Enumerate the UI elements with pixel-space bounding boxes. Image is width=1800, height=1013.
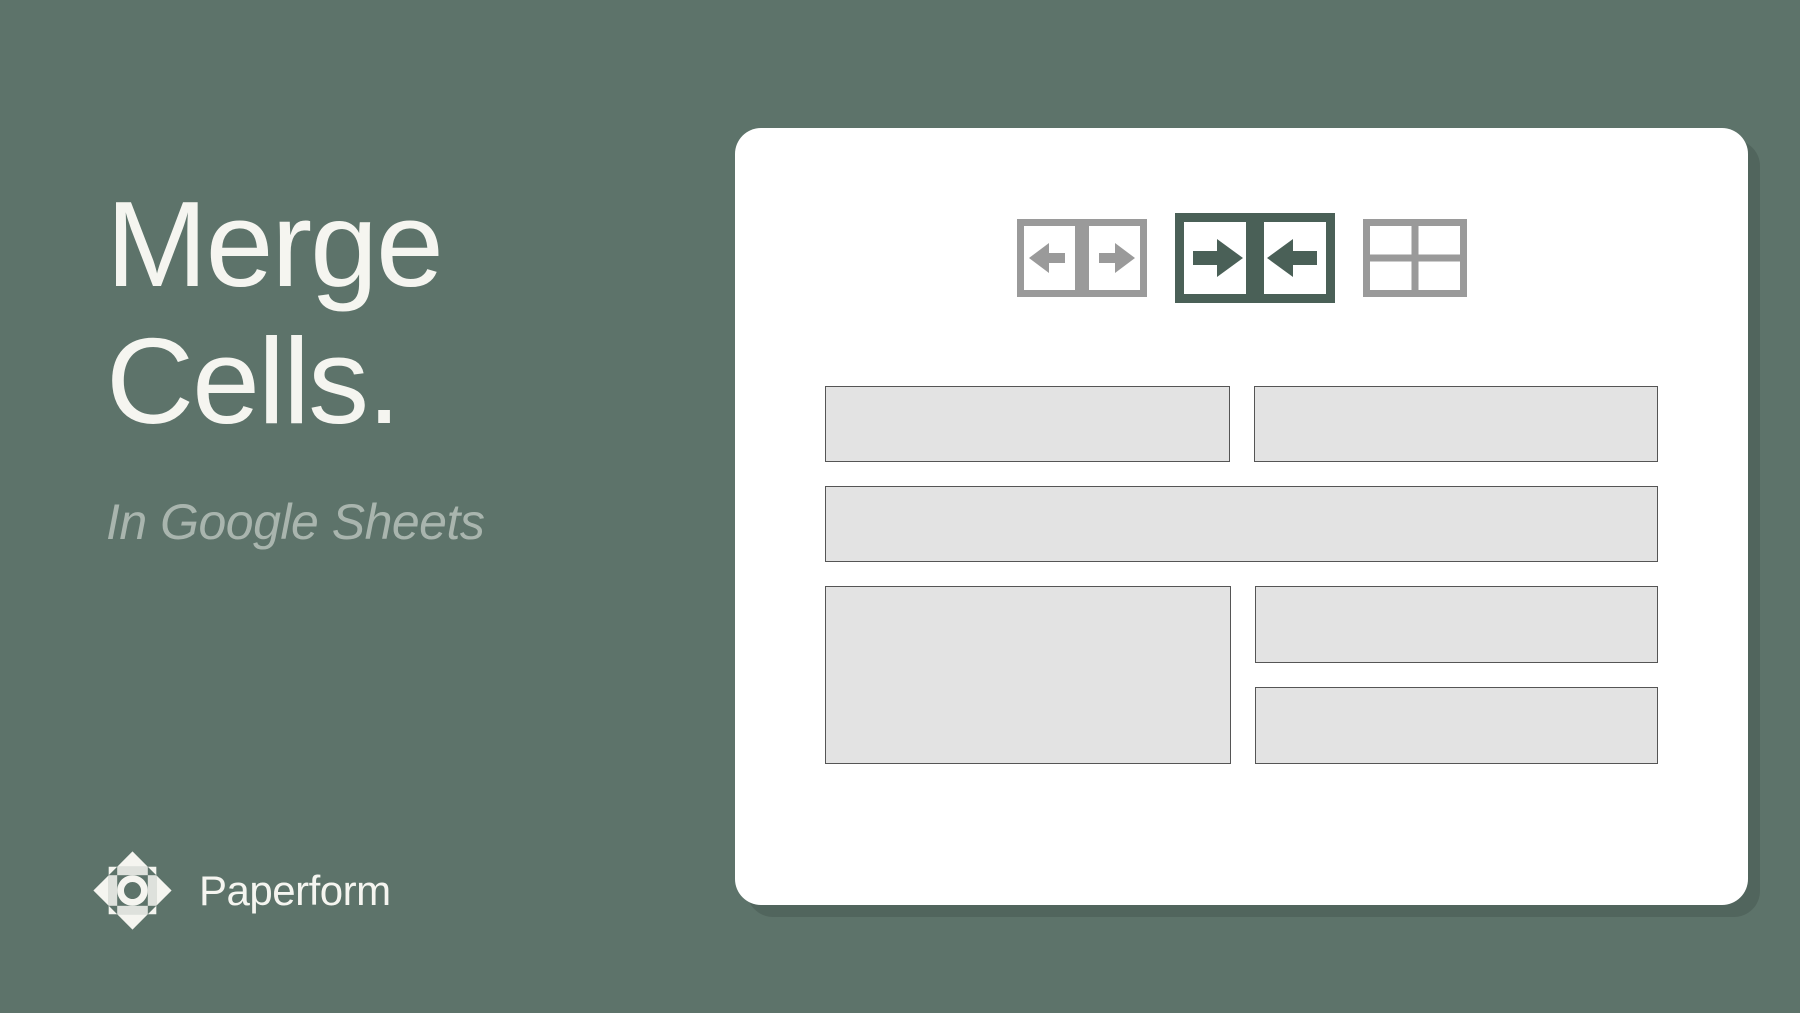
heading-subtitle: In Google Sheets: [106, 493, 484, 551]
cell: [825, 386, 1230, 462]
brand-name: Paperform: [199, 867, 391, 915]
brand-area: Paperform: [90, 848, 391, 933]
cells-row-1: [825, 386, 1658, 462]
cell: [1255, 687, 1659, 764]
merged-cell-horizontal: [825, 486, 1658, 562]
grid-cells-icon: [1363, 219, 1467, 302]
title-line-2: Cells.: [106, 313, 399, 449]
cell: [1255, 586, 1659, 663]
cells-row-3: [825, 586, 1658, 764]
cell: [1254, 386, 1659, 462]
heading-title: Merge Cells.: [106, 176, 484, 449]
illustration-panel: [735, 128, 1748, 905]
cells-row-2: [825, 486, 1658, 562]
toolbar-icons-row: [825, 213, 1658, 308]
heading-area: Merge Cells. In Google Sheets: [106, 176, 484, 551]
paperform-logo-icon: [90, 848, 175, 933]
title-line-1: Merge: [106, 176, 442, 312]
cells-illustration: [825, 386, 1658, 764]
merged-cell-vertical: [825, 586, 1231, 764]
expand-horizontal-icon: [1017, 219, 1147, 302]
merge-horizontal-icon: [1175, 213, 1335, 308]
cell-stack: [1255, 586, 1659, 764]
